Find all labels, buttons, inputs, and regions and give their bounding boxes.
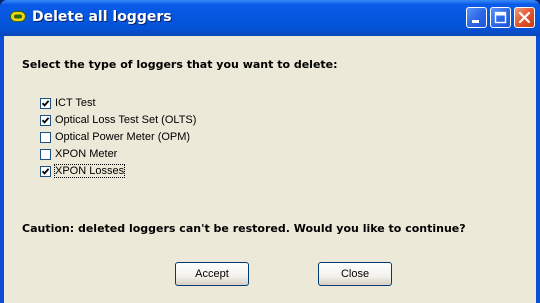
checkmark-icon	[41, 116, 50, 124]
option-xpon-losses[interactable]: XPON Losses	[40, 164, 126, 178]
xpon-losses-label: XPON Losses	[53, 164, 126, 178]
caution-message: Caution: deleted loggers can't be restor…	[22, 222, 466, 235]
maximize-icon	[494, 11, 507, 24]
dialog-body: Select the type of loggers that you want…	[4, 36, 536, 303]
ict-test-checkbox[interactable]	[40, 97, 51, 109]
close-icon	[518, 11, 531, 24]
app-icon	[10, 11, 26, 22]
checkmark-icon	[41, 167, 50, 175]
window-title: Delete all loggers	[32, 9, 172, 25]
delete-loggers-dialog: Delete all loggers Select the type of lo…	[0, 0, 540, 303]
accept-button[interactable]: Accept	[175, 262, 249, 286]
option-xpon-meter[interactable]: XPON Meter	[40, 147, 117, 161]
olts-checkbox[interactable]	[40, 114, 51, 126]
xpon-losses-checkbox[interactable]	[40, 165, 51, 177]
ict-test-label: ICT Test	[55, 97, 96, 109]
minimize-icon	[472, 20, 479, 23]
select-prompt: Select the type of loggers that you want…	[22, 58, 338, 71]
minimize-button[interactable]	[466, 7, 487, 28]
option-opm[interactable]: Optical Power Meter (OPM)	[40, 130, 190, 144]
checkmark-icon	[41, 99, 50, 107]
xpon-meter-checkbox[interactable]	[40, 148, 51, 160]
xpon-meter-label: XPON Meter	[55, 148, 118, 160]
close-window-button[interactable]	[514, 7, 535, 28]
option-olts[interactable]: Optical Loss Test Set (OLTS)	[40, 113, 196, 127]
close-button[interactable]: Close	[318, 262, 392, 286]
olts-label: Optical Loss Test Set (OLTS)	[55, 114, 197, 126]
opm-label: Optical Power Meter (OPM)	[55, 131, 191, 143]
option-ict-test[interactable]: ICT Test	[40, 96, 96, 110]
maximize-button[interactable]	[490, 7, 511, 28]
opm-checkbox[interactable]	[40, 131, 51, 143]
title-bar[interactable]: Delete all loggers	[0, 0, 540, 36]
